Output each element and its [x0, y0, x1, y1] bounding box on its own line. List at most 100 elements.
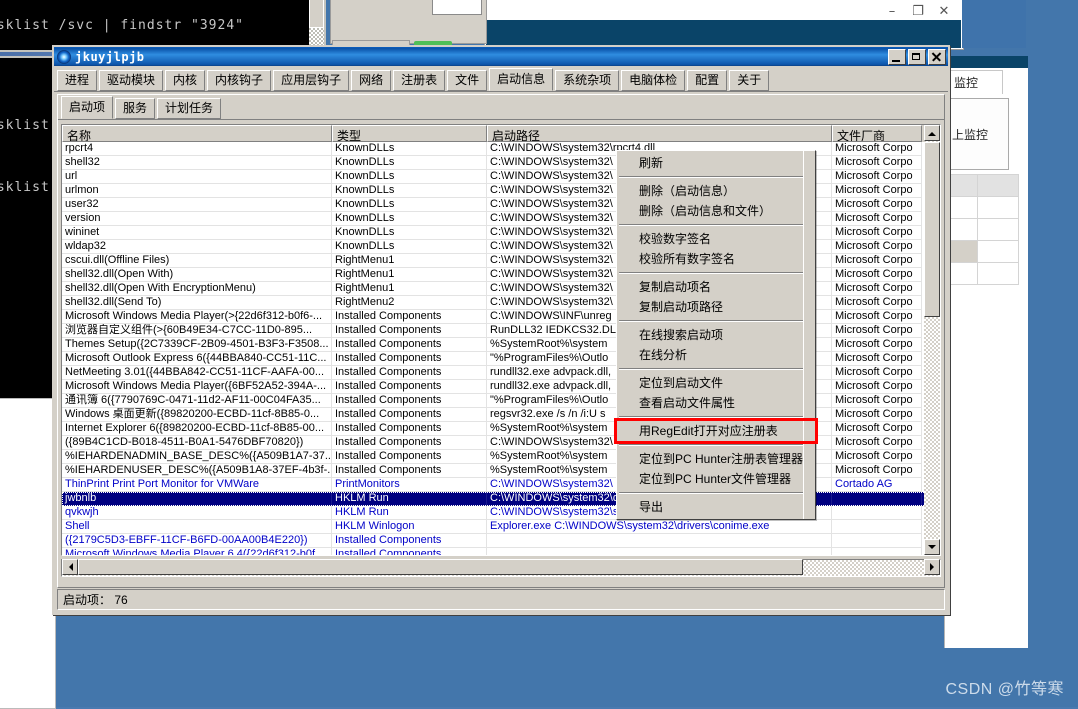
cell-vendor: Microsoft Corpo	[832, 310, 922, 324]
cell-vendor	[832, 520, 922, 534]
tab-文件[interactable]: 文件	[447, 70, 487, 91]
menu-item-校验数字签名[interactable]: 校验数字签名	[617, 229, 815, 249]
subtab-计划任务[interactable]: 计划任务	[157, 98, 221, 119]
column-header-文件厂商[interactable]: 文件厂商	[832, 125, 922, 142]
cell-type: HKLM Run	[332, 506, 487, 520]
cell-vendor: Microsoft Corpo	[832, 226, 922, 240]
tab-网络[interactable]: 网络	[351, 70, 391, 91]
cell-type: RightMenu1	[332, 268, 487, 282]
table-row[interactable]: ShellHKLM WinlogonExplorer.exe C:\WINDOW…	[62, 520, 940, 534]
cell-vendor: Microsoft Corpo	[832, 282, 922, 296]
console-scrollbar-1[interactable]	[309, 0, 324, 50]
cell-name: shell32.dll(Open With EncryptionMenu)	[62, 282, 332, 296]
scroll-down-button[interactable]	[924, 539, 940, 555]
list-header-row[interactable]: 名称类型启动路径文件厂商	[62, 125, 940, 142]
menu-item-查看启动文件属性[interactable]: 查看启动文件属性	[617, 393, 815, 413]
cell-name: Shell	[62, 520, 332, 534]
menu-item-用RegEdit打开对应注册表[interactable]: 用RegEdit打开对应注册表	[617, 421, 815, 441]
close-button[interactable]	[928, 49, 946, 65]
list-vertical-scrollbar[interactable]	[924, 125, 940, 555]
column-header-类型[interactable]: 类型	[332, 125, 487, 142]
scroll-right-button[interactable]	[924, 559, 940, 575]
vertical-scrollbar-thumb[interactable]	[924, 142, 940, 317]
menu-item-定位到PC Hunter注册表管理器[interactable]: 定位到PC Hunter注册表管理器	[617, 449, 815, 469]
menu-item-在线搜索启动项[interactable]: 在线搜索启动项	[617, 325, 815, 345]
cell-path	[487, 548, 832, 556]
cell-name: version	[62, 212, 332, 226]
subtab-服务[interactable]: 服务	[115, 98, 155, 119]
menu-item-刷新[interactable]: 刷新	[617, 153, 815, 173]
table-row[interactable]: Microsoft Windows Media Player 6.4({22d6…	[62, 548, 940, 556]
menu-item-定位到PC Hunter文件管理器[interactable]: 定位到PC Hunter文件管理器	[617, 469, 815, 489]
background-dark-panel	[962, 0, 1026, 48]
cell-vendor: Microsoft Corpo	[832, 380, 922, 394]
status-text: 启动项： 76	[63, 591, 128, 608]
right-monitor-window[interactable]: 监控 上监控	[944, 56, 1028, 648]
minimize-button[interactable]	[888, 49, 906, 65]
subtab-启动项[interactable]: 启动项	[61, 96, 113, 119]
cell-name: %IEHARDENUSER_DESC%({A509B1A8-37EF-4b3f-…	[62, 464, 332, 478]
table-row	[950, 197, 1019, 219]
column-header-启动路径[interactable]: 启动路径	[487, 125, 832, 142]
table-row[interactable]: ({2179C5D3-EBFF-11CF-B6FD-00AA00B4E220})…	[62, 534, 940, 548]
column-header-名称[interactable]: 名称	[62, 125, 332, 142]
menu-item-定位到启动文件[interactable]: 定位到启动文件	[617, 373, 815, 393]
cell-vendor: Cortado AG	[832, 478, 922, 492]
scrollbar-thumb[interactable]	[309, 0, 324, 28]
tab-关于[interactable]: 关于	[729, 70, 769, 91]
tab-配置[interactable]: 配置	[687, 70, 727, 91]
tab-注册表[interactable]: 注册表	[393, 70, 445, 91]
maximize-button[interactable]	[908, 49, 926, 65]
cell-type: KnownDLLs	[332, 170, 487, 184]
cell-name: shell32	[62, 156, 332, 170]
main-window-titlebar[interactable]: jkuyjlpjb	[54, 47, 948, 66]
maximize-icon[interactable]: ❐	[911, 5, 925, 19]
list-horizontal-scrollbar[interactable]	[61, 559, 941, 577]
tab-启动信息[interactable]: 启动信息	[489, 68, 553, 91]
cell-vendor: Microsoft Corpo	[832, 366, 922, 380]
menu-item-在线分析[interactable]: 在线分析	[617, 345, 815, 365]
right-window-tab[interactable]: 监控	[947, 70, 1003, 94]
tab-内核[interactable]: 内核	[165, 70, 205, 91]
context-menu-scrollbar[interactable]	[803, 151, 815, 519]
cell-vendor: Microsoft Corpo	[832, 142, 922, 156]
menu-item-删除（启动信息）[interactable]: 删除（启动信息）	[617, 181, 815, 201]
tab-内核钩子[interactable]: 内核钩子	[207, 70, 271, 91]
cell-vendor: Microsoft Corpo	[832, 296, 922, 310]
cell-type: Installed Components	[332, 380, 487, 394]
minimize-icon[interactable]: –	[885, 5, 899, 19]
primary-tab-bar: 进程驱动模块内核内核钩子应用层钩子网络注册表文件启动信息系统杂项电脑体检配置关于	[54, 66, 948, 92]
command-prompt-window-2[interactable]: asklist asklist	[0, 56, 58, 402]
cell-vendor: Microsoft Corpo	[832, 394, 922, 408]
menu-item-校验所有数字签名[interactable]: 校验所有数字签名	[617, 249, 815, 269]
cell-name: shell32.dll(Send To)	[62, 296, 332, 310]
menu-item-删除（启动信息和文件）[interactable]: 删除（启动信息和文件）	[617, 201, 815, 221]
tab-驱动模块[interactable]: 驱动模块	[99, 70, 163, 91]
cell-vendor: Microsoft Corpo	[832, 338, 922, 352]
scroll-left-button[interactable]	[62, 559, 78, 575]
context-menu[interactable]: 刷新删除（启动信息）删除（启动信息和文件） 校验数字签名校验所有数字签名复制启动项…	[616, 150, 816, 520]
scroll-up-button[interactable]	[924, 125, 940, 141]
cell-vendor	[832, 506, 922, 520]
horizontal-scrollbar-thumb[interactable]	[78, 559, 803, 575]
cell-vendor	[832, 492, 922, 506]
cell-vendor: Microsoft Corpo	[832, 198, 922, 212]
tab-系统杂项[interactable]: 系统杂项	[555, 70, 619, 91]
menu-item-导出[interactable]: 导出	[617, 497, 815, 517]
cell-type: Installed Components	[332, 464, 487, 478]
cell-vendor: Microsoft Corpo	[832, 170, 922, 184]
tab-进程[interactable]: 进程	[57, 70, 97, 91]
cell-type: RightMenu1	[332, 282, 487, 296]
menu-item-复制启动项路径[interactable]: 复制启动项路径	[617, 297, 815, 317]
cell-vendor: Microsoft Corpo	[832, 422, 922, 436]
cell-type: Installed Components	[332, 352, 487, 366]
cell-name: shell32.dll(Open With)	[62, 268, 332, 282]
cell-name: urlmon	[62, 184, 332, 198]
close-icon[interactable]: ✕	[937, 5, 951, 19]
tab-应用层钩子[interactable]: 应用层钩子	[273, 70, 349, 91]
menu-item-复制启动项名[interactable]: 复制启动项名	[617, 277, 815, 297]
cell-type: KnownDLLs	[332, 142, 487, 156]
cell-vendor: Microsoft Corpo	[832, 156, 922, 170]
tab-电脑体检[interactable]: 电脑体检	[621, 70, 685, 91]
cell-name: qvkwjh	[62, 506, 332, 520]
